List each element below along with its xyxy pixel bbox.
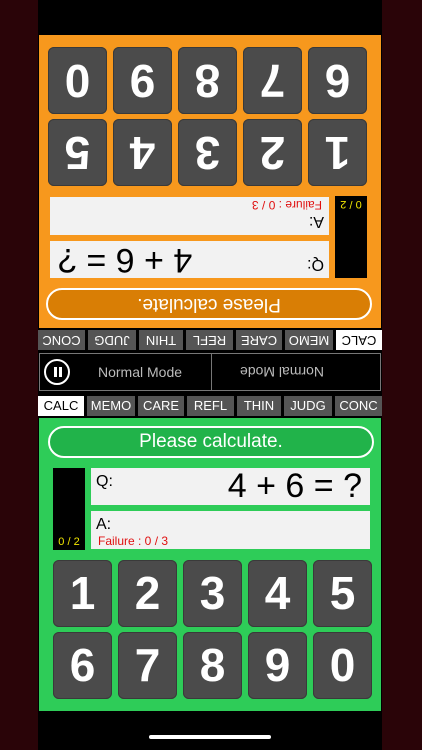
top-player-panel: Please calculate. 0 / 2 Q: 4 + 6 = ? A: … [39,35,381,328]
mode-label-top: Normal Mode [240,364,325,380]
top-question-label: Q: [307,256,324,273]
top-key-5[interactable]: 5 [48,119,107,186]
game-stage: Please calculate. 0 / 2 Q: 4 + 6 = ? A: … [38,0,382,750]
bottom-score: 0 / 2 [58,536,80,548]
top-tab-memo[interactable]: MEMO [285,330,333,350]
bottom-tab-bar: CALC MEMO CARE REFL THIN JUDG CONC [38,396,382,416]
bottom-tab-refl[interactable]: REFL [187,396,234,416]
top-key-3[interactable]: 3 [178,119,237,186]
bottom-score-box: 0 / 2 [53,468,85,550]
bottom-key-7[interactable]: 7 [118,632,177,699]
mode-label-bottom: Normal Mode [98,364,183,380]
top-tab-judg[interactable]: JUDG [88,330,136,350]
top-key-7[interactable]: 7 [243,47,302,114]
bottom-key-8[interactable]: 8 [183,632,242,699]
top-failure-count: Failure : 0 / 3 [251,198,322,212]
top-key-0[interactable]: 0 [48,47,107,114]
bottom-key-5[interactable]: 5 [313,560,372,627]
left-border [0,0,38,750]
bottom-question-box: Q: 4 + 6 = ? [91,468,370,505]
top-key-8[interactable]: 8 [178,47,237,114]
top-question-box: Q: 4 + 6 = ? [50,241,329,279]
bottom-tab-calc[interactable]: CALC [38,396,84,416]
bottom-player-panel: Please calculate. 0 / 2 Q: 4 + 6 = ? A: … [39,418,381,711]
bottom-tab-thin[interactable]: THIN [237,396,281,416]
top-key-2[interactable]: 2 [243,119,302,186]
top-prompt-button[interactable]: Please calculate. [46,288,372,320]
bottom-key-3[interactable]: 3 [183,560,242,627]
top-tab-calc[interactable]: CALC [336,330,382,350]
bottom-key-1[interactable]: 1 [53,560,112,627]
top-key-9[interactable]: 9 [113,47,172,114]
bottom-tab-care[interactable]: CARE [138,396,184,416]
home-indicator[interactable] [149,735,271,739]
top-tab-bar: CALC MEMO CARE REFL THIN JUDG CONC [38,330,382,350]
bottom-answer-label: A: [96,516,112,533]
bottom-key-6[interactable]: 6 [53,632,112,699]
top-tab-thin[interactable]: THIN [139,330,183,350]
bottom-tab-judg[interactable]: JUDG [284,396,332,416]
bottom-key-4[interactable]: 4 [248,560,307,627]
bottom-tab-conc[interactable]: CONC [335,396,382,416]
bottom-key-9[interactable]: 9 [248,632,307,699]
top-key-6[interactable]: 6 [308,47,367,114]
pause-icon[interactable] [44,359,70,385]
bottom-tab-memo[interactable]: MEMO [87,396,135,416]
bottom-failure-count: Failure : 0 / 3 [98,534,169,548]
top-tab-care[interactable]: CARE [236,330,282,350]
bottom-prompt-button[interactable]: Please calculate. [48,426,374,458]
mode-bar: Normal Mode Normal Mode [39,353,381,391]
top-answer-box: A: Failure : 0 / 3 [50,197,329,235]
bottom-key-0[interactable]: 0 [313,632,372,699]
right-border [382,0,422,750]
bottom-key-2[interactable]: 2 [118,560,177,627]
top-key-4[interactable]: 4 [113,119,172,186]
bottom-question: 4 + 6 = ? [227,467,362,505]
top-key-1[interactable]: 1 [308,119,367,186]
top-score: 0 / 2 [340,198,362,210]
bottom-answer-box: A: Failure : 0 / 3 [91,511,370,549]
mode-divider [211,354,212,390]
top-tab-conc[interactable]: CONC [38,330,85,350]
top-score-box: 0 / 2 [335,196,367,278]
bottom-question-label: Q: [96,473,113,490]
top-question: 4 + 6 = ? [58,241,193,279]
top-answer-label: A: [308,213,324,230]
top-tab-refl[interactable]: REFL [186,330,233,350]
